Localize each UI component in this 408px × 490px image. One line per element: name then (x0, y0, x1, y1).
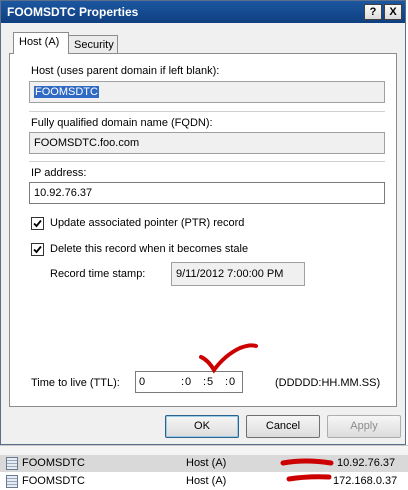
ip-label: IP address: (31, 167, 87, 179)
separator (29, 111, 385, 112)
separator (29, 161, 385, 162)
dns-record-icon (6, 475, 18, 488)
tab-host-a[interactable]: Host (A) (13, 32, 69, 54)
ttl-hours[interactable]: 0 (185, 375, 191, 389)
ptr-label[interactable]: Update associated pointer (PTR) record (50, 217, 244, 229)
tab-security-label: Security (74, 39, 114, 51)
stale-checkbox[interactable] (31, 243, 44, 256)
timestamp-label: Record time stamp: (50, 268, 146, 280)
cancel-button[interactable]: Cancel (246, 415, 320, 438)
fqdn-field: FOOMSDTC.foo.com (29, 132, 385, 154)
ttl-separator: : (203, 376, 207, 388)
fqdn-label: Fully qualified domain name (FQDN): (31, 117, 213, 129)
check-icon (33, 245, 42, 254)
list-row-partial (0, 445, 408, 455)
properties-dialog: FOOMSDTC Properties ? X Host (A) Securit… (0, 0, 406, 445)
record-type: Host (A) (186, 475, 227, 487)
close-button[interactable]: X (384, 4, 402, 20)
ttl-format-hint: (DDDDD:HH.MM.SS) (275, 377, 381, 389)
ttl-days[interactable]: 0 (139, 375, 145, 389)
ttl-separator: : (225, 376, 229, 388)
record-data: 10.92.76.37 (337, 457, 396, 469)
ip-address-input[interactable]: 10.92.76.37 (29, 182, 385, 204)
ttl-minutes[interactable]: 5 (207, 375, 213, 389)
host-value: FOOMSDTC (34, 86, 99, 98)
fqdn-value: FOOMSDTC.foo.com (34, 137, 140, 149)
host-input[interactable]: FOOMSDTC (29, 81, 385, 103)
ok-button[interactable]: OK (165, 415, 239, 438)
help-button[interactable]: ? (364, 4, 382, 20)
tab-security[interactable]: Security (68, 35, 118, 54)
title-bar[interactable]: FOOMSDTC Properties ? X (1, 1, 405, 23)
check-icon (33, 219, 42, 228)
table-row[interactable]: FOOMSDTC Host (A) 172.168.0.37 (0, 473, 408, 490)
table-row[interactable]: FOOMSDTC Host (A) 10.92.76.37 (0, 455, 408, 472)
record-type: Host (A) (186, 457, 227, 469)
ip-value: 10.92.76.37 (34, 187, 93, 199)
stale-label[interactable]: Delete this record when it becomes stale (50, 243, 248, 255)
ttl-input[interactable]: 0 : 0 : 5 : 0 (135, 371, 243, 393)
dns-record-icon (6, 457, 18, 470)
ttl-seconds[interactable]: 0 (229, 375, 235, 389)
timestamp-field: 9/11/2012 7:00:00 PM (171, 262, 305, 286)
record-name: FOOMSDTC (22, 475, 85, 487)
record-data: 172.168.0.37 (333, 475, 398, 487)
host-label: Host (uses parent domain if left blank): (31, 65, 220, 77)
ttl-label: Time to live (TTL): (31, 377, 120, 389)
tab-host-a-label: Host (A) (19, 36, 60, 48)
timestamp-value: 9/11/2012 7:00:00 PM (176, 268, 284, 280)
apply-button: Apply (327, 415, 401, 438)
ttl-separator: : (181, 376, 185, 388)
tab-panel (9, 53, 397, 407)
ptr-checkbox[interactable] (31, 217, 44, 230)
record-name: FOOMSDTC (22, 457, 85, 469)
window-title: FOOMSDTC Properties (7, 5, 139, 19)
